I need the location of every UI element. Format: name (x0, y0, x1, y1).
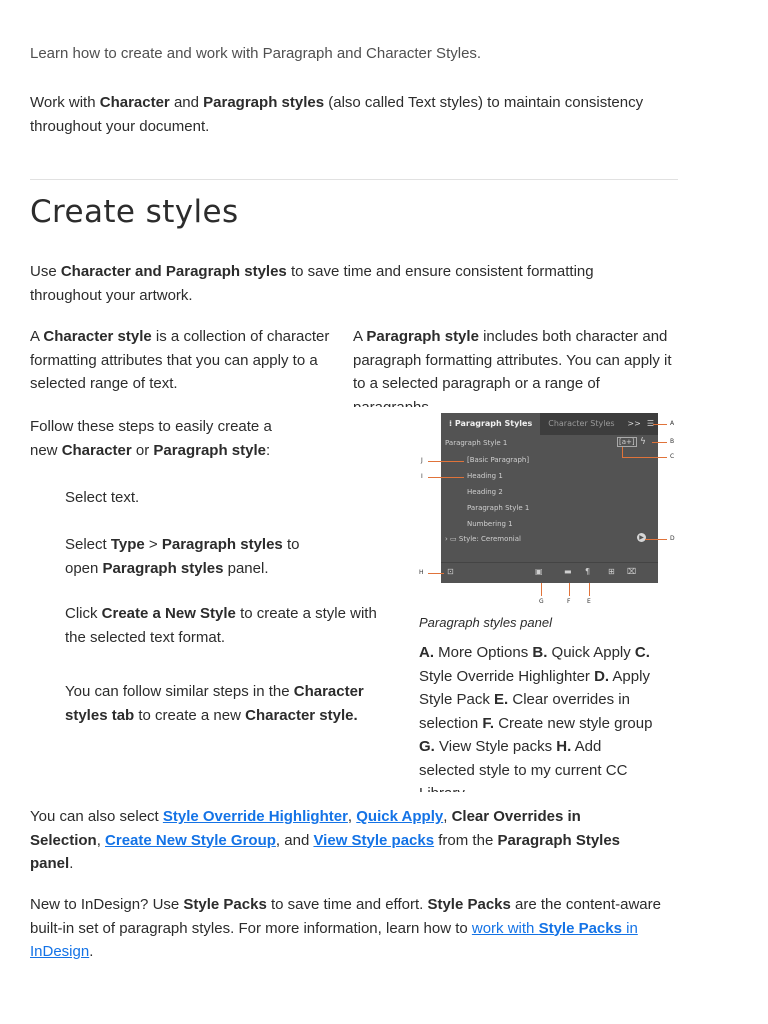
callout-vline-f (569, 583, 570, 596)
paragraph-styles-panel-image: ⁞ Paragraph Styles Character Styles >> ☰… (441, 413, 658, 583)
callout-b: B (670, 438, 675, 445)
step-1: Select text. (65, 489, 140, 506)
quick-apply-icon: [a+] (617, 437, 637, 447)
new-group-icon: ▬ (564, 567, 572, 576)
lightning-icon: ϟ (640, 437, 646, 447)
callout-g: G (539, 598, 544, 605)
section-divider (30, 179, 678, 180)
callout-line-b (652, 442, 667, 443)
style-row: [Basic Paragraph] (467, 456, 530, 464)
panel-menu-bar: >> ☰ (627, 413, 654, 435)
steps-intro: Follow these steps to easily create a ne… (30, 418, 272, 459)
figure-legend-wrap: A. More Options B. Quick Apply C. Style … (419, 641, 659, 792)
style-row: Heading 2 (467, 488, 503, 496)
step-2: Select Type > Paragraph styles to open P… (65, 536, 300, 577)
section-heading: Create styles (30, 194, 239, 230)
link-quick-apply[interactable]: Quick Apply (356, 808, 443, 825)
callout-e: E (587, 598, 591, 605)
step-4: You can follow similar steps in the Char… (65, 683, 364, 724)
callout-line-a (653, 424, 667, 425)
character-style-description: A Character style is a collection of cha… (30, 328, 330, 392)
link-style-override-highlighter[interactable]: Style Override Highlighter (163, 808, 348, 825)
current-style-label: Paragraph Style 1 (445, 439, 508, 447)
tab-character-styles: Character Styles (548, 419, 615, 428)
cc-library-icon: ⊡ (447, 567, 454, 576)
callout-vline-e (589, 583, 590, 596)
step-3: Click Create a New Style to create a sty… (65, 605, 377, 646)
link-create-new-style-group[interactable]: Create New Style Group (105, 832, 276, 849)
style-row: Paragraph Style 1 (467, 504, 530, 512)
callout-line-j (428, 461, 464, 462)
panel-footer: ⊡ ▣ ▬ ¶ ⊞ ⌧ (441, 562, 658, 583)
paragraph-style-description-wrap: A Paragraph style includes both characte… (353, 325, 683, 407)
style-row: Numbering 1 (467, 520, 513, 528)
apply-style-pack-icon: ▶ (637, 533, 646, 542)
section-paragraph: Use Character and Paragraph styles to sa… (30, 263, 594, 304)
new-style-icon: ⊞ (608, 567, 615, 576)
callout-i: I (421, 473, 423, 480)
callout-vline-g (541, 583, 542, 596)
callout-f: F (567, 598, 571, 605)
callout-line-i (428, 477, 464, 478)
style-packs-paragraph: New to InDesign? Use Style Packs to save… (30, 896, 661, 960)
trash-icon: ⌧ (627, 567, 637, 576)
callout-j: J (421, 457, 423, 464)
style-pack-icon: ▣ (535, 567, 543, 576)
figure-caption: Paragraph styles panel (419, 615, 552, 630)
callout-line-d (645, 539, 667, 540)
callout-d: D (670, 535, 675, 542)
panel-features-paragraph: You can also select Style Override Highl… (30, 808, 621, 872)
callout-c: C (670, 453, 675, 460)
tab-paragraph-styles: ⁞ Paragraph Styles (441, 413, 541, 435)
collapse-arrows: >> (627, 419, 641, 428)
callout-h: H (419, 569, 424, 576)
callout-vline-c (622, 447, 623, 457)
callout-a: A (670, 420, 675, 427)
callout-line-c (622, 457, 667, 458)
clear-overrides-icon: ¶ (585, 567, 591, 576)
intro-text: Learn how to create and work with Paragr… (30, 45, 482, 62)
intro-paragraph: Work with Character and Paragraph styles… (30, 94, 644, 135)
style-group-row: › ▭ Style: Ceremonial (445, 535, 521, 543)
figure-legend: A. More Options B. Quick Apply C. Style … (419, 644, 653, 792)
folder-icon: ▭ (450, 535, 459, 543)
link-view-style-packs[interactable]: View Style packs (313, 832, 434, 849)
panel-tab-bar: ⁞ Paragraph Styles Character Styles >> ☰ (441, 413, 658, 435)
callout-line-h (428, 573, 444, 574)
style-row: Heading 1 (467, 472, 503, 480)
paragraph-style-description: A Paragraph style includes both characte… (353, 328, 672, 407)
